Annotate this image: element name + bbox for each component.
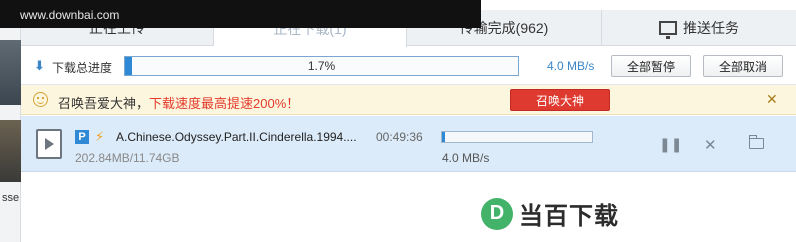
sidebar-partial: sse xyxy=(0,0,21,242)
banner-text-main: 召唤吾爱大神， xyxy=(58,96,150,111)
total-progress-bar: 1.7% xyxy=(124,56,519,76)
task-progress-bar xyxy=(441,131,593,143)
task-progress-fill xyxy=(442,132,445,142)
video-thumbnail[interactable] xyxy=(0,120,21,182)
cancel-all-button[interactable]: 全部取消 xyxy=(703,55,783,77)
download-manager: sse 正在上传 正在下载(1) 传输完成(962) 推送任务 www.down… xyxy=(0,0,796,242)
task-name: A.Chinese.Odyssey.Part.II.Cinderella.199… xyxy=(116,130,357,144)
task-speed: 4.0 MB/s xyxy=(442,151,490,165)
watermark-bar: www.downbai.com xyxy=(0,0,481,28)
tab-label: 推送任务 xyxy=(683,20,739,36)
total-progress-percent: 1.7% xyxy=(307,59,336,73)
pause-icon[interactable]: ❚❚ xyxy=(659,136,682,153)
download-arrow-icon: ⬇ xyxy=(34,58,45,73)
total-progress-label: 下载总进度 xyxy=(52,61,113,75)
folder-icon[interactable] xyxy=(749,135,764,149)
task-remaining-time: 00:49:36 xyxy=(376,130,423,144)
monitor-push-icon xyxy=(659,21,677,39)
lightning-icon: ⚡ xyxy=(95,129,105,144)
banner-highlight: 下载速度最高提速200%！ xyxy=(149,96,300,111)
task-size: 202.84MB/11.74GB xyxy=(75,151,180,165)
close-icon[interactable]: ✕ xyxy=(766,91,778,108)
promo-banner: 召唤吾爱大神，下载速度最高提速200%！ 召唤大神 ✕ xyxy=(21,85,796,115)
tab-push-tasks[interactable]: 推送任务 xyxy=(602,10,796,46)
watermark-url: www.downbai.com xyxy=(20,8,120,22)
summon-button[interactable]: 召唤大神 xyxy=(510,89,610,111)
delete-icon[interactable]: ✕ xyxy=(704,136,717,154)
pause-all-button[interactable]: 全部暂停 xyxy=(611,55,691,77)
video-file-icon xyxy=(36,129,62,159)
video-thumbnail[interactable] xyxy=(0,40,21,105)
total-progress-row: ⬇ 下载总进度 1.7% 4.0 MB/s 全部暂停 全部取消 xyxy=(21,47,796,85)
logo-text: 当百下载 xyxy=(519,203,619,230)
sidebar-text: sse xyxy=(2,192,20,204)
site-logo: D 当百下载 xyxy=(481,196,619,231)
p-badge-icon: P xyxy=(75,130,89,144)
total-speed: 4.0 MB/s xyxy=(547,59,595,73)
smile-icon xyxy=(33,92,48,107)
task-row[interactable]: P ⚡ A.Chinese.Odyssey.Part.II.Cinderella… xyxy=(21,116,796,172)
banner-text: 召唤吾爱大神，下载速度最高提速200%！ xyxy=(58,93,299,112)
logo-d-icon: D xyxy=(481,197,513,230)
